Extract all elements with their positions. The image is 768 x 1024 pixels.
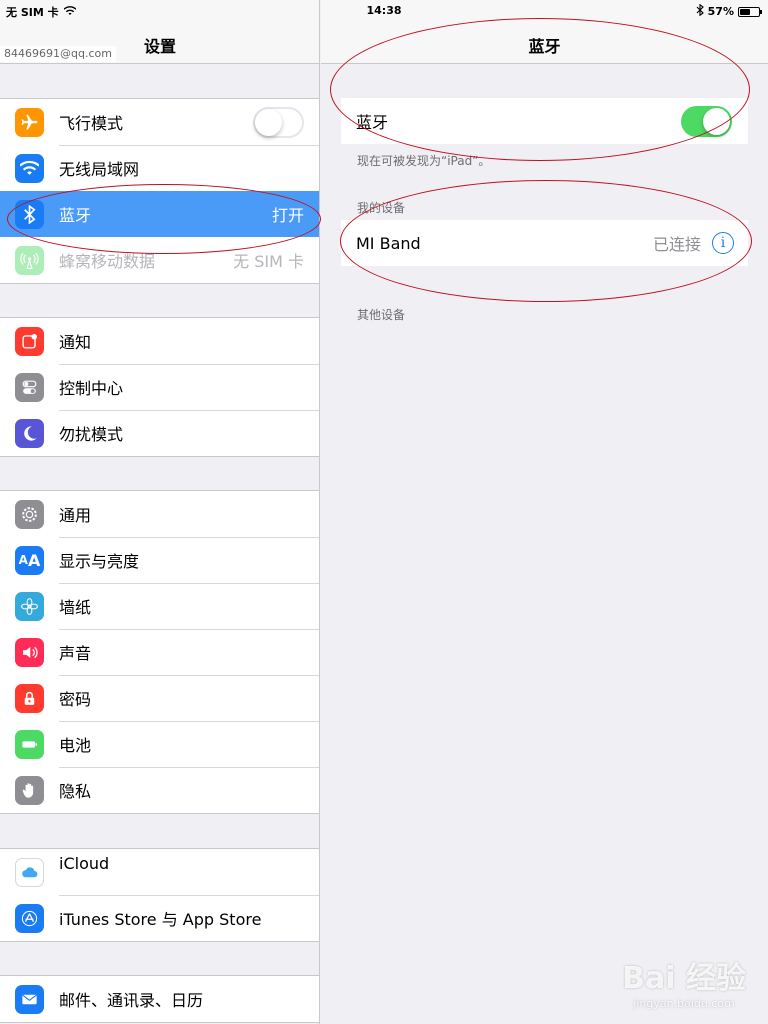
settings-row-label: 邮件、通讯录、日历 [59,991,204,1010]
settings-row-notifications[interactable]: 通知 [0,318,319,364]
airplane-icon [15,107,44,137]
settings-group-general: 通用 AA 显示与亮度 墙纸 声音 密码 电池 隐私 [0,490,319,814]
settings-row-label: 通用 [59,506,92,525]
settings-row-label: 隐私 [59,782,92,801]
antenna-icon [15,245,44,275]
status-bar: 无 SIM 卡 14:38 57% [0,0,768,22]
airplane-mode-toggle[interactable] [253,106,304,138]
status-time: 14:38 [366,4,402,17]
switches-icon [15,372,44,402]
battery-percent: 57% [707,5,734,18]
bluetooth-toggle-row: 蓝牙 [341,98,748,144]
settings-row-label: iCloud [59,854,110,873]
settings-group-accounts: 邮件、通讯录、日历 [0,975,319,1023]
other-devices-header: 其他设备 [357,308,406,322]
settings-group-stores: iCloud iTunes Store 与 App Store [0,848,319,942]
bluetooth-status-icon [696,3,704,19]
info-icon[interactable]: i [712,232,734,254]
watermark-logo: Bai 经验 [622,961,746,996]
settings-master-pane: 设置 84469691@qq.com 飞行模式 无线局域网 蓝牙 打开 蜂窝移动… [0,0,320,1024]
gear-icon [15,499,44,529]
settings-row-label: iTunes Store 与 App Store [59,910,262,929]
battery-status-icon [738,6,762,17]
settings-row-label: 蜂窝移动数据 [59,252,156,271]
settings-row-control-center[interactable]: 控制中心 [0,364,319,410]
speaker-icon [15,637,44,667]
bluetooth-toggle[interactable] [681,105,732,137]
settings-row-label: 蓝牙 [59,206,92,225]
my-devices-header: 我的设备 [357,201,406,215]
toggle-knob [703,107,730,135]
app-store-icon [15,903,44,933]
wifi-icon [15,153,44,183]
battery-level-fill [740,8,751,15]
settings-row-battery[interactable]: 电池 [0,721,319,767]
settings-row-itunes-app-store[interactable]: iTunes Store 与 App Store [0,895,319,941]
settings-row-wallpaper[interactable]: 墙纸 [0,583,319,629]
settings-group-connectivity: 飞行模式 无线局域网 蓝牙 打开 蜂窝移动数据 无 SIM 卡 [0,98,319,284]
settings-row-label: 通知 [59,333,92,352]
device-row-mi-band[interactable]: MI Band 已连接 i [341,220,748,266]
settings-row-label: 勿扰模式 [59,425,124,444]
settings-row-cellular[interactable]: 蜂窝移动数据 无 SIM 卡 [0,237,319,283]
device-name: MI Band [356,233,421,253]
settings-row-label: 飞行模式 [59,114,124,133]
settings-row-display-brightness[interactable]: AA 显示与亮度 [0,537,319,583]
settings-row-label: 密码 [59,690,92,709]
settings-row-do-not-disturb[interactable]: 勿扰模式 [0,410,319,456]
settings-row-label: 声音 [59,644,92,663]
settings-row-bluetooth[interactable]: 蓝牙 打开 [0,191,319,237]
bluetooth-detail-pane: 蓝牙 蓝牙 现在可被发现为“iPad”。 我的设备 MI Band 已连接 i … [321,0,768,1024]
settings-row-icloud[interactable]: iCloud [0,849,319,895]
baidu-jingyan-watermark: Bai 经验 jingyan.baidu.com [622,953,746,1010]
settings-row-label: 电池 [59,736,92,755]
status-right: 57% [696,3,762,19]
device-status: 已连接 [652,235,701,254]
settings-row-privacy[interactable]: 隐私 [0,767,319,813]
text-size-icon: AA [15,545,44,575]
settings-row-label: 无线局域网 [59,160,140,179]
flower-icon [15,591,44,621]
mail-icon [15,984,44,1014]
settings-row-label: 控制中心 [59,379,124,398]
settings-row-general[interactable]: 通用 [0,491,319,537]
settings-row-label: 墙纸 [59,598,92,617]
lock-icon [15,683,44,713]
settings-row-label: 显示与亮度 [59,552,140,571]
battery-icon [15,729,44,759]
settings-row-passcode[interactable]: 密码 [0,675,319,721]
settings-group-notifications: 通知 控制中心 勿扰模式 [0,317,319,457]
discoverable-note: 现在可被发现为“iPad”。 [357,154,491,168]
settings-row-sounds[interactable]: 声音 [0,629,319,675]
toggle-knob [255,108,282,136]
cloud-icon [15,857,44,887]
bluetooth-icon [15,199,44,229]
settings-row-wifi[interactable]: 无线局域网 [0,145,319,191]
settings-row-detail: 无 SIM 卡 [233,252,304,271]
settings-row-detail: 打开 [271,206,304,225]
bluetooth-toggle-label: 蓝牙 [356,113,389,132]
bluetooth-page-title: 蓝牙 [528,37,561,56]
hand-icon [15,775,44,805]
notifications-icon [15,326,44,356]
account-label: 84469691@qq.com [0,46,116,62]
moon-icon [15,418,44,448]
watermark-url: jingyan.baidu.com [633,997,735,1010]
settings-row-mail-contacts-calendars[interactable]: 邮件、通讯录、日历 [0,976,319,1022]
settings-row-airplane-mode[interactable]: 飞行模式 [0,99,319,145]
